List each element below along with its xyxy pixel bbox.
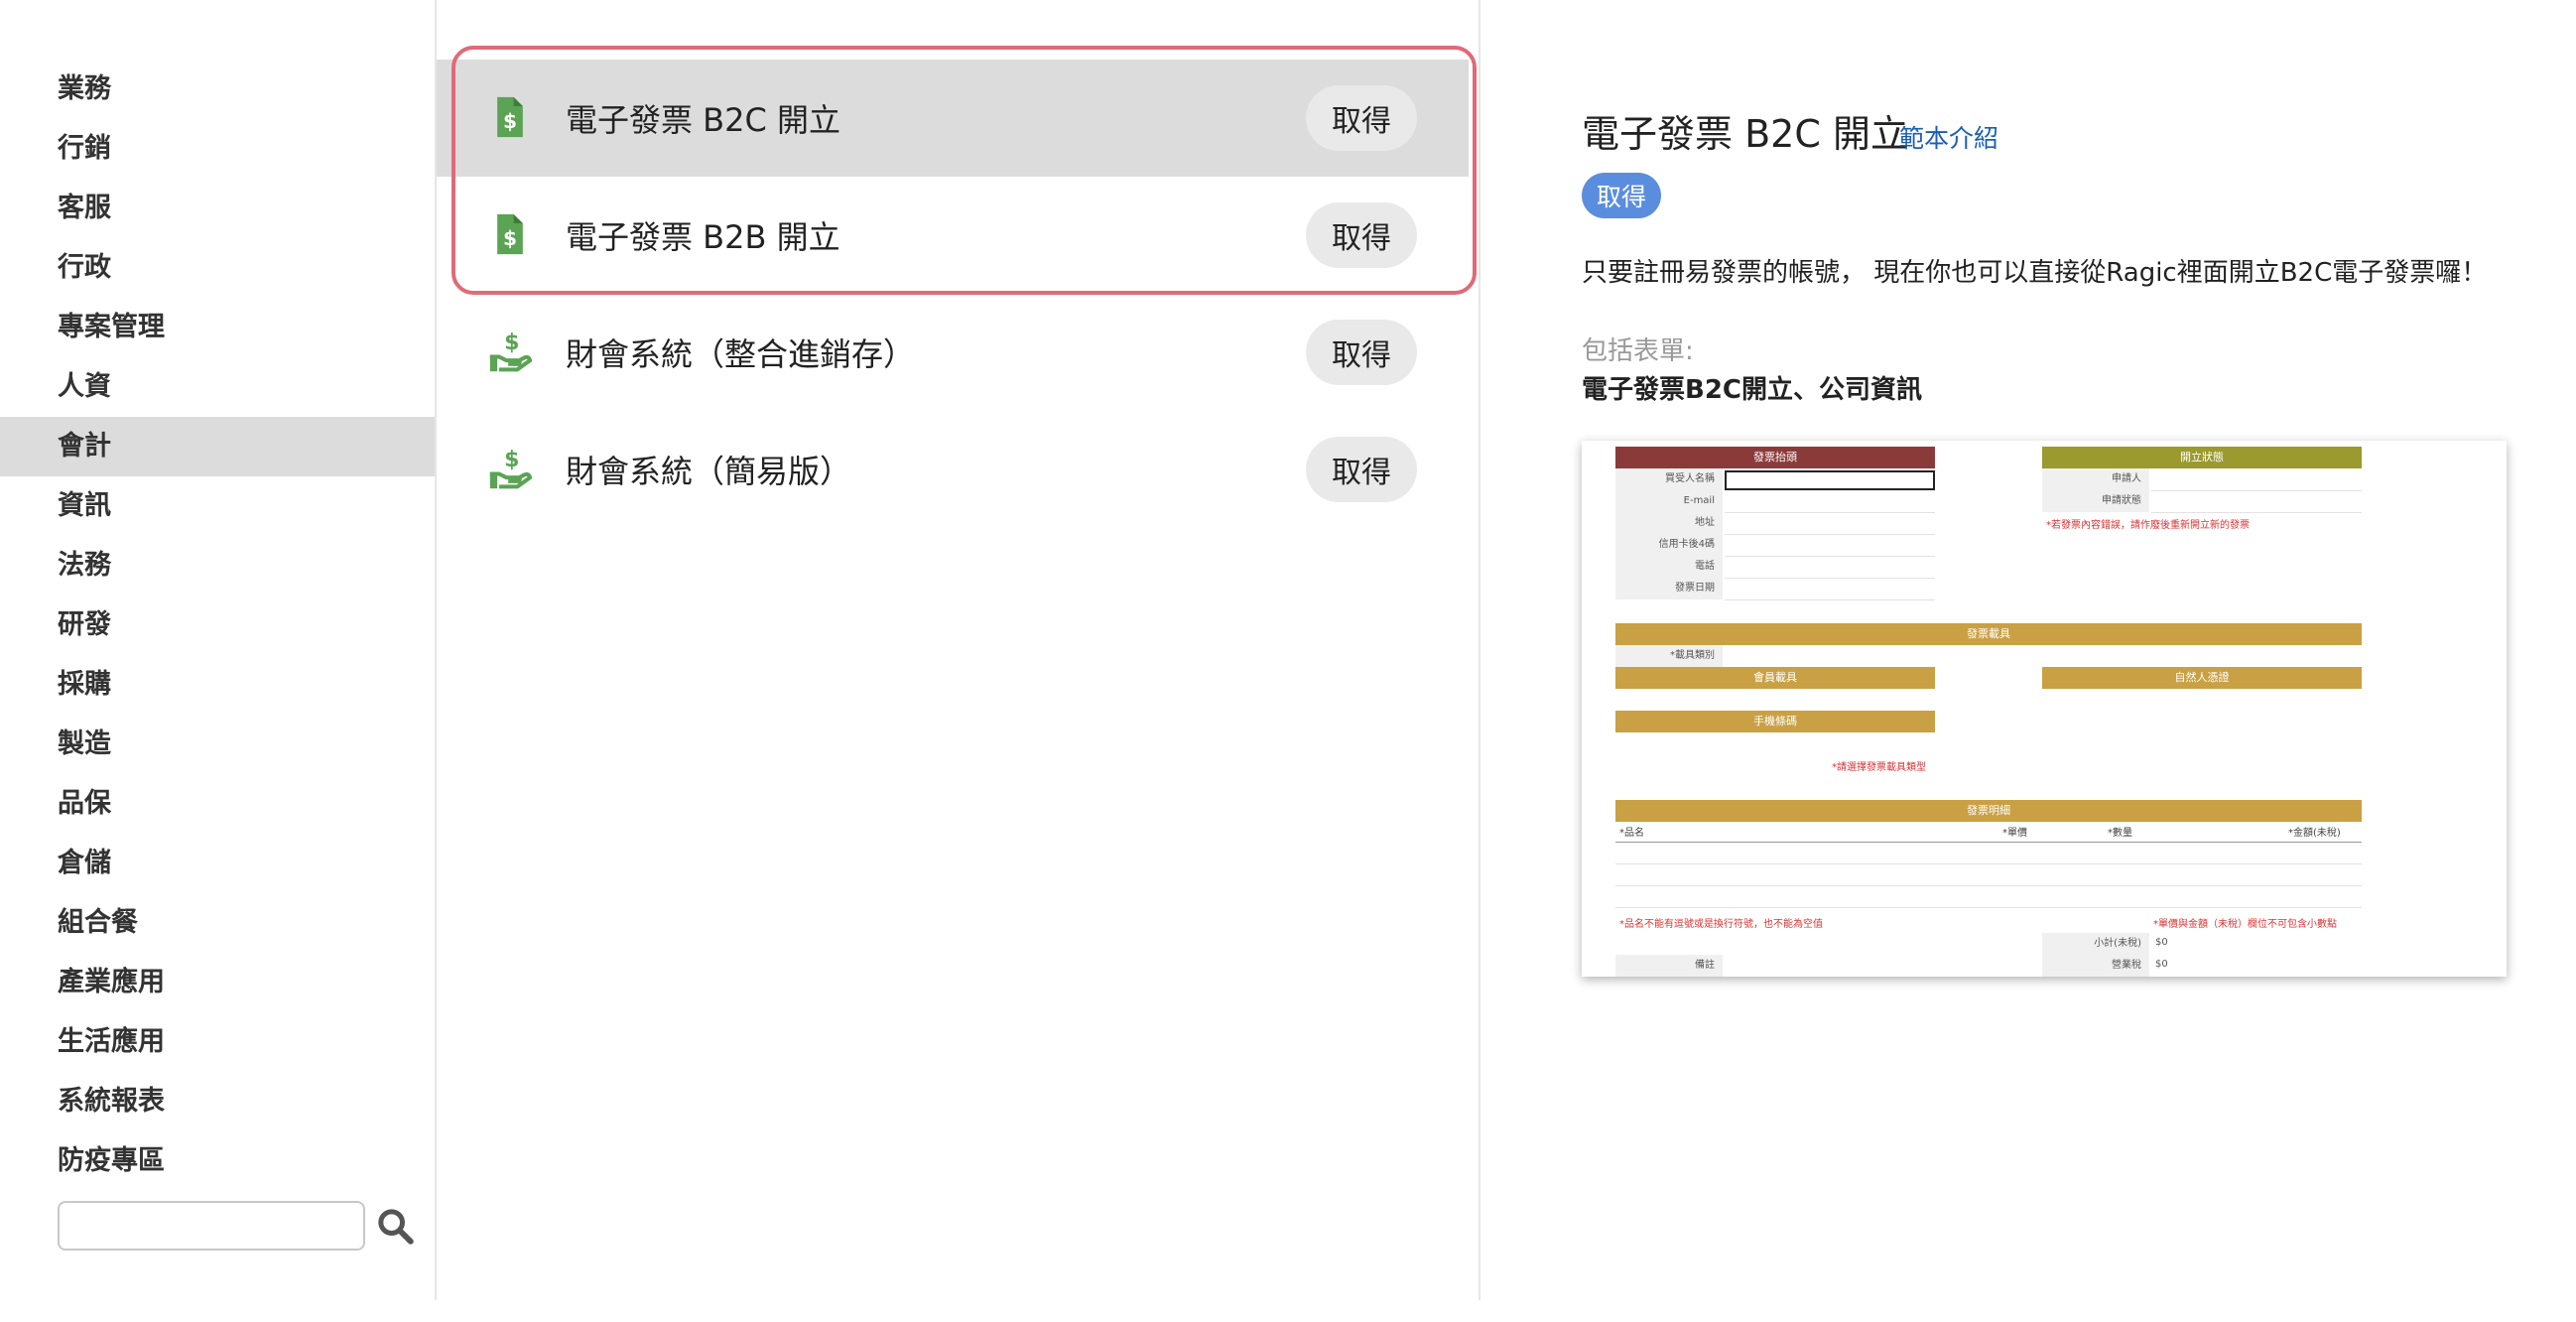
sidebar-category-item[interactable]: 專案管理 xyxy=(0,298,435,357)
preview-field-label: E-mail xyxy=(1615,490,1723,512)
get-button[interactable]: 取得 xyxy=(1306,437,1417,502)
invoice-dollar-icon: $ xyxy=(497,96,523,138)
template-item-accounting-integrated[interactable]: $ 財會系統（整合進銷存） 取得 xyxy=(437,294,1469,411)
preview-field-value: $0 xyxy=(2155,937,2168,948)
preview-section-header: 開立狀態 xyxy=(2042,447,2362,468)
preview-field-label: 申請狀態 xyxy=(2042,490,2149,512)
sidebar-category-item[interactable]: 行銷 xyxy=(0,119,435,179)
template-preview-image: 發票抬頭 開立狀態 買受人名稱 E-mail 地址 信用卡後4碼 電話 發票日期… xyxy=(1582,441,2507,977)
preview-field-label: *載具類別 xyxy=(1615,645,1723,667)
preview-field-label: 電話 xyxy=(1615,556,1723,578)
sidebar-category-item[interactable]: 防疫專區 xyxy=(0,1131,435,1191)
sidebar-category-item[interactable]: 會計 xyxy=(0,417,435,476)
preview-col-header: *數量 xyxy=(2108,828,2132,839)
category-sidebar: 業務 行銷 客服 行政 專案管理 人資 會計 資訊 法務 研發 採購 製造 品保 倉儲 組合餐 產業應用 生活應… xyxy=(0,0,437,1300)
preview-red-note: *單價與金額（未稅）欄位不可包含小數點 xyxy=(2153,919,2337,930)
detail-description: 只要註冊易發票的帳號， 現在你也可以直接從Ragic裡面開立B2C電子發票囉！ xyxy=(1582,258,2488,288)
preview-field-label: 備註 xyxy=(1615,955,1723,977)
category-list: 業務 行銷 客服 行政 專案管理 人資 會計 資訊 法務 研發 採購 製造 品保 倉儲 組合餐 產業應用 生活應… xyxy=(0,60,435,1191)
preview-red-note: *品名不能有逗號或是換行符號，也不能為空值 xyxy=(1619,919,1823,930)
search-row xyxy=(58,1201,415,1251)
detail-get-button[interactable]: 取得 xyxy=(1582,173,1661,218)
template-intro-link[interactable]: 範本介紹 xyxy=(1899,119,1998,155)
preview-field-label: 信用卡後4碼 xyxy=(1615,534,1723,556)
hand-dollar-icon: $ xyxy=(489,330,532,372)
preview-section-header: 手機條碼 xyxy=(1615,711,1935,732)
preview-section-header: 自然人憑證 xyxy=(2042,667,2362,689)
preview-field-label: 買受人名稱 xyxy=(1615,468,1723,490)
template-name: 電子發票 B2C 開立 xyxy=(566,101,841,139)
window-edge xyxy=(2554,0,2576,1322)
invoice-dollar-icon: $ xyxy=(497,213,523,255)
get-button[interactable]: 取得 xyxy=(1306,85,1417,151)
search-icon[interactable] xyxy=(375,1206,415,1246)
preview-col-header: *品名 xyxy=(1619,828,1644,839)
template-item-b2b[interactable]: $ 電子發票 B2B 開立 取得 xyxy=(437,177,1469,294)
search-input[interactable] xyxy=(58,1201,365,1251)
sidebar-category-item[interactable]: 系統報表 xyxy=(0,1072,435,1131)
template-item-accounting-simple[interactable]: $ 財會系統（簡易版） 取得 xyxy=(437,411,1469,528)
svg-text:$: $ xyxy=(503,226,517,250)
sidebar-category-item[interactable]: 業務 xyxy=(0,60,435,119)
preview-field-box xyxy=(1725,470,1935,490)
includes-list: 電子發票B2C開立、公司資訊 xyxy=(1582,375,1922,405)
preview-field-value: $0 xyxy=(2155,959,2168,970)
template-name: 財會系統（簡易版） xyxy=(566,453,852,490)
template-list: $ 電子發票 B2C 開立 取得 $ 電子發票 B2B 開立 取得 $ 財會系統… xyxy=(437,0,1481,1300)
preview-section-header: 發票明細 xyxy=(1615,800,2362,822)
sidebar-category-item[interactable]: 生活應用 xyxy=(0,1012,435,1072)
preview-col-header: *金額(未稅) xyxy=(2288,828,2341,839)
sidebar-category-item[interactable]: 法務 xyxy=(0,536,435,595)
sidebar-category-item[interactable]: 行政 xyxy=(0,238,435,298)
preview-col-header: *單價 xyxy=(2002,828,2027,839)
sidebar-category-item[interactable]: 資訊 xyxy=(0,476,435,536)
template-item-b2c[interactable]: $ 電子發票 B2C 開立 取得 xyxy=(437,60,1469,177)
sidebar-category-item[interactable]: 採購 xyxy=(0,655,435,715)
template-name: 電子發票 B2B 開立 xyxy=(566,218,840,256)
preview-field-label: 營業稅 xyxy=(2042,955,2149,977)
preview-red-note: *若發票內容錯誤，請作廢後重新開立新的發票 xyxy=(2046,520,2250,531)
sidebar-category-item[interactable]: 研發 xyxy=(0,595,435,655)
preview-red-note: *請選擇發票載具類型 xyxy=(1832,762,1926,773)
preview-field-label: 地址 xyxy=(1615,512,1723,534)
get-button[interactable]: 取得 xyxy=(1306,320,1417,385)
hand-dollar-icon: $ xyxy=(489,448,532,489)
sidebar-category-item[interactable]: 產業應用 xyxy=(0,953,435,1012)
preview-field-label: 小計(未稅) xyxy=(2042,933,2149,955)
template-detail: 電子發票 B2C 開立 範本介紹 取得 只要註冊易發票的帳號， 現在你也可以直接… xyxy=(1582,0,2574,1300)
svg-text:$: $ xyxy=(503,109,517,133)
sidebar-category-item[interactable]: 組合餐 xyxy=(0,893,435,953)
preview-section-header: 會員載具 xyxy=(1615,667,1935,689)
svg-text:$: $ xyxy=(504,330,519,355)
preview-field-label: 發票日期 xyxy=(1615,578,1723,599)
sidebar-category-item[interactable]: 品保 xyxy=(0,774,435,834)
sidebar-category-item[interactable]: 製造 xyxy=(0,715,435,774)
preview-section-header: 發票載具 xyxy=(1615,623,2362,645)
get-button[interactable]: 取得 xyxy=(1306,202,1417,268)
sidebar-category-item[interactable]: 客服 xyxy=(0,179,435,238)
template-name: 財會系統（整合進銷存） xyxy=(566,335,916,373)
detail-title: 電子發票 B2C 開立 xyxy=(1582,112,1908,156)
includes-label: 包括表單: xyxy=(1582,336,1694,366)
preview-section-header: 發票抬頭 xyxy=(1615,447,1935,468)
sidebar-category-item[interactable]: 倉儲 xyxy=(0,834,435,893)
sidebar-category-item[interactable]: 人資 xyxy=(0,357,435,417)
svg-text:$: $ xyxy=(504,448,519,472)
preview-field-label: 申請人 xyxy=(2042,468,2149,490)
